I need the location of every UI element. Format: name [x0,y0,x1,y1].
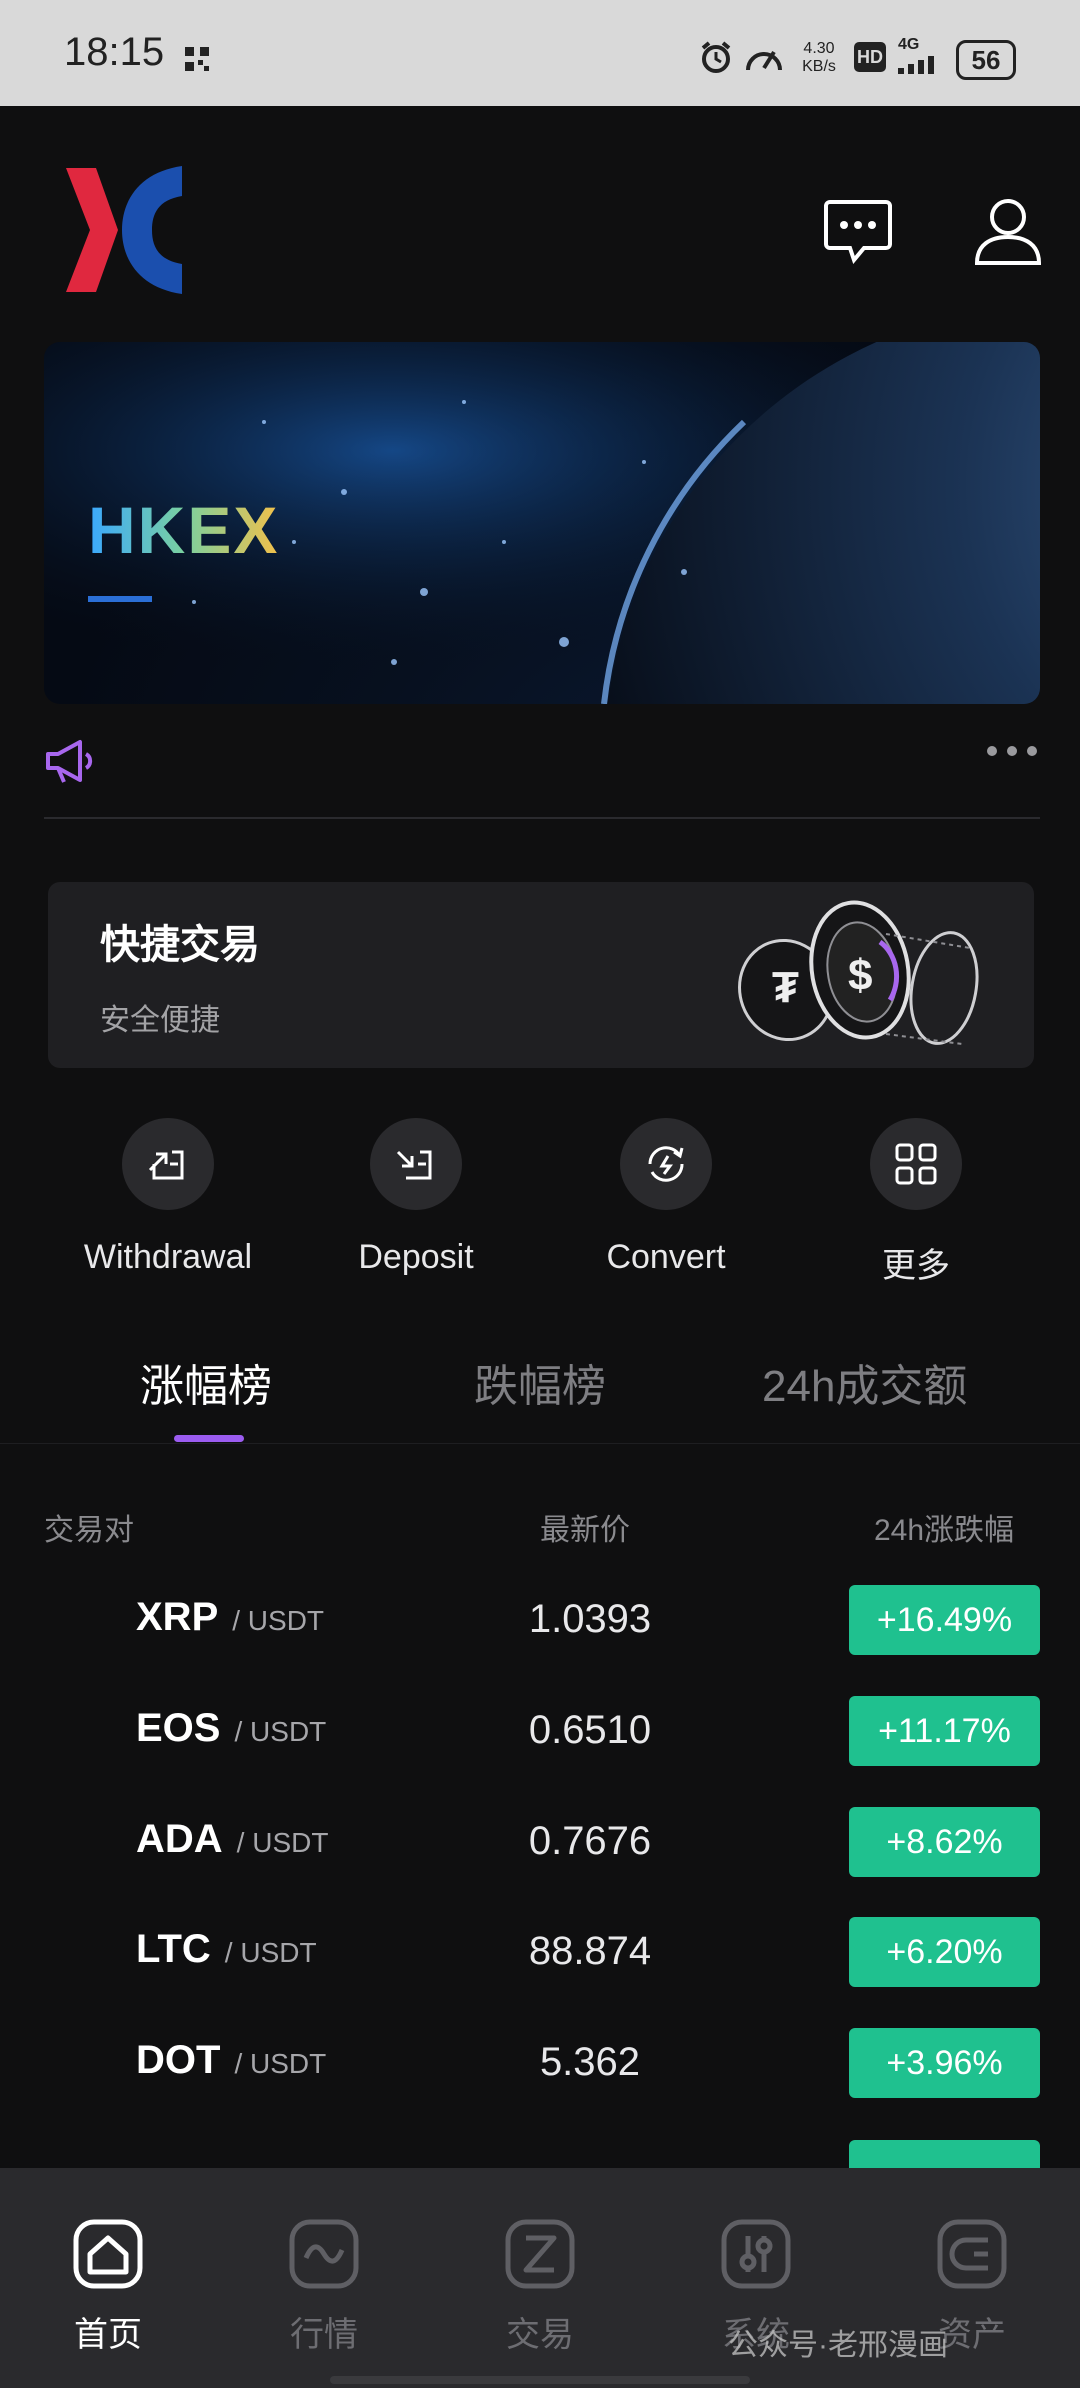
pair-name: DOT / USDT [136,2038,326,2083]
tab-volume[interactable]: 24h成交额 [762,1350,967,1414]
convert-action[interactable]: Convert [556,1118,776,1277]
pair-quote: / USDT [224,1937,317,1968]
alarm-icon [698,40,734,81]
quick-trade-subtitle: 安全便捷 [100,1004,220,1037]
watermark: 公众号·老邢漫画 [728,2329,948,2362]
message-button[interactable] [820,196,896,266]
pair-name: ADA / USDT [136,1817,328,1862]
withdrawal-label: Withdrawal [83,1238,253,1276]
tab-divider [0,1443,1080,1444]
change-badge: +6.20% [849,1917,1040,1987]
pair-base: ADA [136,1817,223,1861]
price-value: 5.362 [539,2040,641,2084]
price-value: 1.0393 [528,1597,652,1641]
tab-indicator [174,1435,244,1442]
qr-scan-icon [184,46,210,77]
pair-base: DOT [136,2038,221,2082]
profile-button[interactable] [970,194,1046,270]
nav-market[interactable]: 行情 [254,2218,394,2356]
home-indicator [330,2376,750,2384]
nav-trade-label: 交易 [506,2316,574,2354]
pair-quote: / USDT [234,2048,327,2079]
svg-text:₮: ₮ [772,963,799,1012]
nav-home-label: 首页 [74,2316,142,2354]
hkex-logo[interactable] [60,160,186,305]
network-type: 4G [898,36,920,53]
header-pair: 交易对 [44,1514,134,1547]
pair-quote: / USDT [232,1605,325,1636]
network-speed: 4.30 KB/s [796,40,842,76]
change-badge: +3.96% [849,2028,1040,2098]
net-speed-unit: KB/s [802,58,836,75]
pair-base: EOS [136,1706,221,1750]
quick-trade-title: 快捷交易 [100,923,260,967]
nav-trade[interactable]: 交易 [470,2218,610,2356]
battery-indicator: 56 [956,40,1016,80]
deposit-action[interactable]: Deposit [306,1118,526,1277]
chat-icon [824,200,892,264]
more-label: 更多 [882,1247,950,1285]
speedometer-icon [744,40,784,81]
header-price: 最新价 [540,1514,630,1547]
withdrawal-action[interactable]: Withdrawal [58,1118,278,1277]
price-value: 0.6510 [528,1708,652,1752]
promo-banner[interactable]: HKEX [44,342,1040,704]
change-badge: +16.49% [849,1585,1040,1655]
nav-home[interactable]: 首页 [38,2218,178,2356]
grid-icon [870,1118,962,1210]
change-badge: +11.17% [849,1696,1040,1766]
megaphone-icon[interactable] [44,736,96,791]
pair-name: LTC / USDT [136,1927,317,1972]
user-icon [974,199,1042,265]
deposit-label: Deposit [358,1238,474,1276]
signal-bars-icon [898,56,934,74]
table-row[interactable]: EOS / USDT 0.6510 +11.17% [0,1676,1080,1786]
home-icon [73,2219,143,2289]
section-divider [44,817,1040,819]
table-row[interactable]: XRP / USDT 1.0393 +16.49% [0,1565,1080,1675]
convert-label: Convert [606,1238,726,1276]
pair-name: XRP / USDT [136,1595,324,1640]
change-badge: +8.62% [849,1807,1040,1877]
header-change: 24h涨跌幅 [874,1514,1015,1547]
banner-brand: HKEX [88,493,280,567]
banner-underline [88,596,152,602]
table-row[interactable]: LTC / USDT 88.874 +6.20% [0,1897,1080,2007]
coins-illustration: ₮ $ [730,894,1000,1063]
tab-gainers[interactable]: 涨幅榜 [140,1350,272,1414]
price-value: 0.7676 [528,1819,652,1863]
hd-badge: HD [854,42,886,72]
more-action[interactable]: 更多 [806,1118,1026,1287]
table-row[interactable]: ADA / USDT 0.7676 +8.62% [0,1787,1080,1897]
nav-market-label: 行情 [290,2316,358,2354]
svg-text:$: $ [848,951,872,1000]
more-horizontal-icon[interactable] [986,744,1038,762]
pair-base: XRP [136,1595,219,1639]
market-icon [289,2219,359,2289]
net-speed-value: 4.30 [803,40,835,57]
tab-losers[interactable]: 跌幅榜 [474,1350,606,1414]
pair-quote: / USDT [234,1716,327,1747]
withdraw-icon [122,1118,214,1210]
status-time: 18:15 [64,30,165,74]
deposit-icon [370,1118,462,1210]
table-row[interactable]: DOT / USDT 5.362 +3.96% [0,2008,1080,2118]
system-icon [721,2219,791,2289]
pair-quote: / USDT [236,1827,329,1858]
signal-4g: 4G [898,36,944,79]
trade-icon [505,2219,575,2289]
price-value: 88.874 [528,1929,652,1973]
convert-icon [620,1118,712,1210]
wallet-icon [937,2219,1007,2289]
pair-base: LTC [136,1927,211,1971]
pair-name: EOS / USDT [136,1706,326,1751]
status-bar: 18:15 4.30 KB/s HD 4G 56 [0,0,1080,106]
